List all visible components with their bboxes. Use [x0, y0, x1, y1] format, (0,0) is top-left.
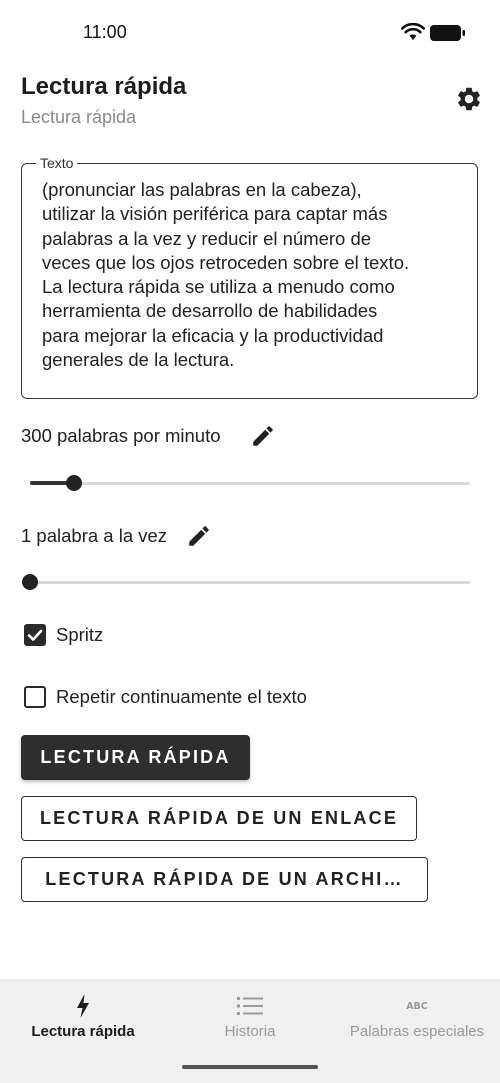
text-line: La lectura rápida se utiliza a menudo co…: [42, 276, 395, 298]
slider-track: [30, 482, 470, 485]
svg-text:ABC: ABC: [406, 1001, 428, 1012]
edit-words-pencil-icon[interactable]: [186, 523, 212, 549]
speed-read-link-button[interactable]: LECTURA RÁPIDA DE UN ENLACE: [21, 796, 417, 841]
repeat-checkbox-row[interactable]: Repetir continuamente el texto: [24, 684, 307, 710]
list-icon: [237, 997, 263, 1015]
repeat-label: Repetir continuamente el texto: [56, 686, 307, 707]
text-field-label: Texto: [36, 155, 78, 171]
slider-thumb[interactable]: [22, 574, 38, 590]
slider-thumb[interactable]: [66, 475, 82, 491]
status-time: 11:00: [83, 22, 127, 42]
words-at-once-slider[interactable]: [22, 572, 470, 592]
speed-label: 300 palabras por minuto: [21, 425, 221, 446]
wifi-icon: [401, 23, 425, 40]
slider-track: [30, 581, 470, 584]
words-at-once-label: 1 palabra a la vez: [21, 525, 168, 546]
text-input[interactable]: Texto (pronunciar las palabras en la cab…: [21, 155, 478, 399]
spritz-checkbox-row[interactable]: Spritz: [24, 622, 103, 648]
status-bar: 11:00: [0, 0, 500, 64]
speed-read-button[interactable]: LECTURA RÁPIDA: [21, 735, 250, 780]
home-indicator[interactable]: [182, 1065, 318, 1069]
nav-label: Historia: [224, 1023, 276, 1040]
text-line: palabras a la vez y reducir el número de: [42, 227, 372, 249]
text-content[interactable]: (pronunciar las palabras en la cabeza), …: [42, 178, 462, 388]
text-line: utilizar la visión periférica para capta…: [42, 203, 388, 225]
text-line: generales de la lectura.: [42, 349, 235, 371]
spritz-label: Spritz: [56, 624, 104, 645]
text-line: herramienta de desarrollo de habilidades: [42, 300, 378, 322]
lightning-bolt-icon: [77, 994, 89, 1018]
edit-speed-pencil-icon[interactable]: [250, 423, 276, 449]
abc-icon: ABC: [406, 1001, 428, 1012]
page-subtitle: Lectura rápida: [21, 107, 137, 127]
page-title: Lectura rápida: [21, 73, 187, 100]
speed-read-file-button[interactable]: LECTURA RÁPIDA DE UN ARCHI…: [21, 857, 428, 902]
gear-icon[interactable]: [455, 85, 483, 113]
nav-label: Lectura rápida: [31, 1023, 135, 1040]
nav-label: Palabras especiales: [349, 1023, 485, 1040]
repeat-checkbox[interactable]: [24, 686, 46, 708]
text-line: veces que los ojos retroceden sobre el t…: [42, 251, 410, 273]
nav-item-palabras-especiales[interactable]: ABC Palabras especiales: [334, 979, 500, 1059]
battery-icon: [430, 25, 465, 41]
text-line: (pronunciar las palabras en la cabeza),: [42, 179, 362, 200]
nav-item-historia[interactable]: Historia: [166, 979, 334, 1059]
checkmark-icon: [27, 629, 43, 641]
spritz-checkbox[interactable]: [24, 624, 46, 646]
text-line: para mejorar la eficacia y la productivi…: [42, 324, 384, 346]
speed-slider[interactable]: [30, 473, 470, 493]
nav-item-lectura-rapida[interactable]: Lectura rápida: [0, 979, 166, 1059]
